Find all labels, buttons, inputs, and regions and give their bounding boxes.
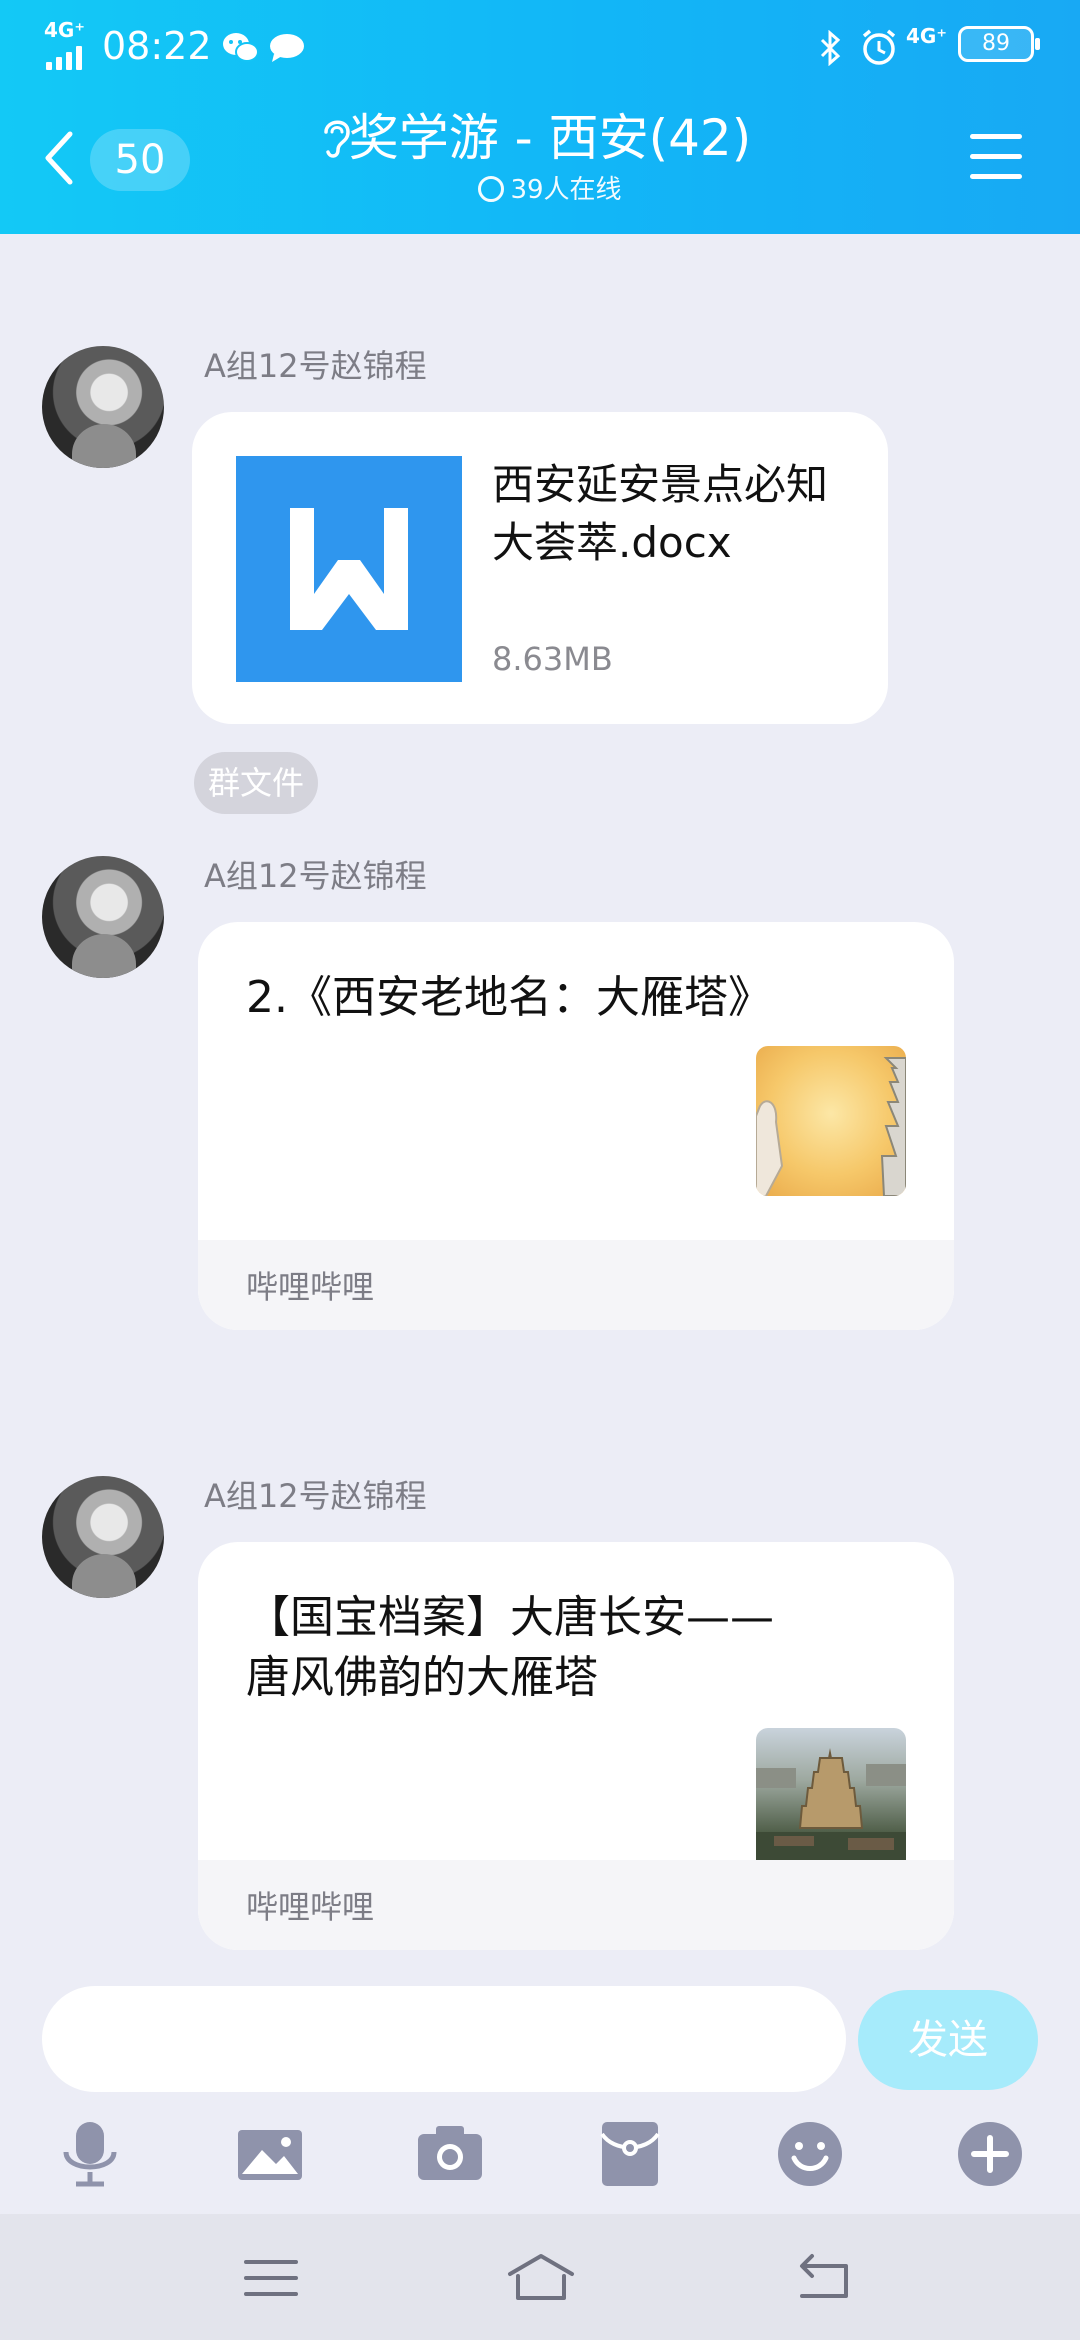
link-message-bubble[interactable]: 【国宝档案】大唐长安——唐风佛韵的大雁塔 哔哩哔哩 [198,1542,954,1950]
sender-name: A组12号赵锦程 [204,857,427,895]
back-nav-icon[interactable] [790,2250,860,2306]
link-footer: 哔哩哔哩 [198,1240,954,1330]
network-type-right: 4G⁺ [906,24,947,48]
network-type-left: 4G⁺ [44,18,85,42]
red-packet-icon[interactable] [594,2118,666,2190]
file-name: 西安延安景点必知大荟萃.docx [492,460,829,567]
sender-name: A组12号赵锦程 [204,1477,427,1515]
status-bar: 4G⁺ 08:22 4G⁺ 89 [0,18,1080,70]
system-navigation-bar [0,2214,1080,2340]
signal-icon [46,42,92,70]
home-nav-icon[interactable] [506,2250,576,2306]
input-bar: 发送 [0,1960,1080,2210]
sender-avatar[interactable] [42,856,164,978]
message-icon [270,34,304,62]
sender-name: A组12号赵锦程 [204,347,427,385]
message-input[interactable] [42,1986,846,2092]
link-title: 【国宝档案】大唐长安——唐风佛韵的大雁塔 [246,1592,774,1703]
link-thumbnail [756,1046,906,1196]
link-source: 哔哩哔哩 [246,1888,375,1926]
bluetooth-icon [820,30,841,66]
clock: 08:22 [102,24,212,68]
group-menu-button[interactable] [970,134,1022,180]
earpiece-mode-icon [324,120,350,158]
group-file-tag[interactable]: 群文件 [194,752,319,814]
camera-icon[interactable] [414,2118,486,2190]
emoji-icon[interactable] [774,2118,846,2190]
image-icon[interactable] [234,2118,306,2190]
link-thumbnail [756,1728,906,1878]
link-footer: 哔哩哔哩 [198,1860,954,1950]
sender-avatar[interactable] [42,346,164,468]
link-source: 哔哩哔哩 [246,1268,375,1306]
online-count: 39人在线 [510,175,622,205]
chat-title-area[interactable]: 奖学游 - 西安(42) 39人在线 [300,106,800,210]
link-title: 2.《西安老地名：大雁塔》 [246,972,772,1023]
send-button[interactable]: 发送 [858,1990,1038,2090]
plus-icon[interactable] [954,2118,1026,2190]
online-icon [478,176,505,202]
sender-avatar[interactable] [42,1476,164,1598]
link-message-bubble[interactable]: 2.《西安老地名：大雁塔》 哔哩哔哩 [198,922,954,1330]
chat-message-list[interactable]: A组12号赵锦程 西安延安景点必知大荟萃.docx 8.63MB 群文件 A组1… [0,234,1080,1960]
online-status: 39人在线 [300,170,800,210]
microphone-icon[interactable] [54,2118,126,2190]
menu-nav-icon[interactable] [236,2250,306,2306]
group-title: 奖学游 - 西安(42) [348,109,752,167]
back-arrow-icon[interactable] [40,128,80,188]
wechat-icon [223,33,259,62]
file-size: 8.63MB [492,640,613,678]
unread-count-badge[interactable]: 50 [90,129,190,191]
battery-indicator: 89 [958,26,1040,62]
chat-header: 4G⁺ 08:22 4G⁺ 89 50 奖学游 - 西安(42) 39人在线 [0,0,1080,234]
file-message-bubble[interactable]: 西安延安景点必知大荟萃.docx 8.63MB [192,412,888,724]
word-file-icon [236,456,462,682]
alarm-icon [862,29,896,65]
